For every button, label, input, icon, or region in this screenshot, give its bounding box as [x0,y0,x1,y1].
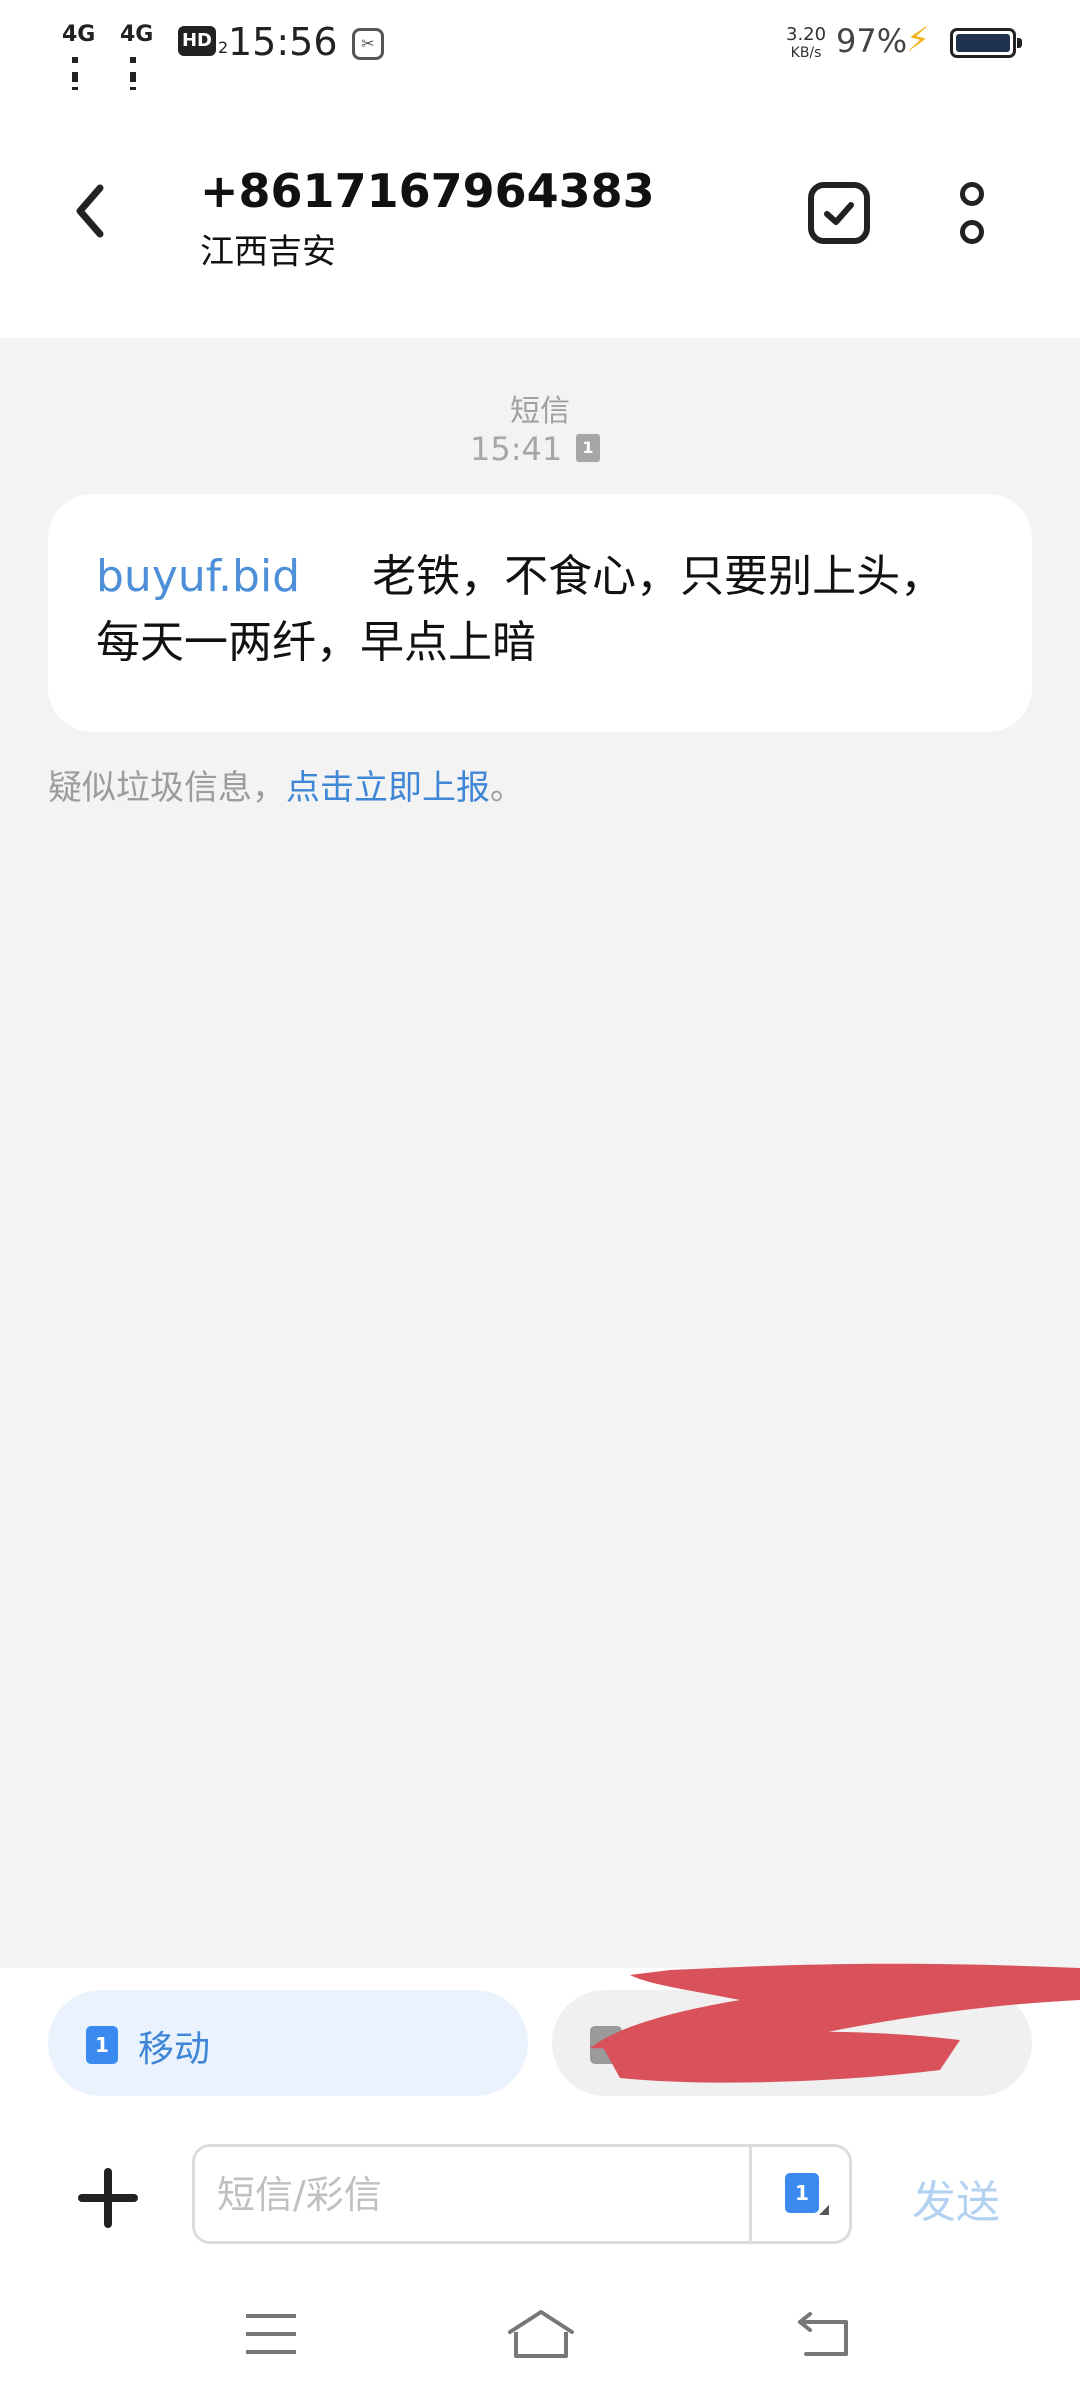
status-time: 15:56 [228,20,338,64]
sim-card-icon: 1 [576,434,600,462]
recent-apps-button[interactable] [246,2314,296,2354]
system-back-button[interactable] [796,2310,852,2358]
battery-percentage: 97% [836,22,908,60]
menu-icon [246,2314,296,2318]
battery-icon [950,28,1022,58]
sim-select-button[interactable]: 1 [785,2173,829,2215]
home-icon [508,2310,574,2358]
network-speed: 3.20 KB/s [786,24,827,62]
select-messages-button[interactable] [808,182,870,244]
dot-icon [960,182,984,206]
message-input-container: 1 [192,2144,852,2244]
home-button[interactable] [506,2308,576,2360]
spam-notice: 疑似垃圾信息，点击立即上报。 [48,768,524,808]
contact-location: 江西吉安 [200,232,336,272]
hd-voice-sub: 2 [218,38,229,57]
message-bubble[interactable]: buyuf.bid 老铁，不食心，只要别上头，每天一两纤，早点上暗 [48,494,1032,732]
message-body: buyuf.bid 老铁，不食心，只要别上头，每天一两纤，早点上暗 [96,544,986,676]
message-timestamp: 15:41 [470,430,563,468]
redaction-scribble [590,1963,1080,2083]
send-button[interactable]: 发送 [912,2166,1000,2230]
more-options-button[interactable] [950,180,994,248]
message-type-label: 短信 [510,394,570,429]
contact-phone-number: +8617167964383 [200,164,655,218]
back-arrow-icon [76,184,104,238]
message-link[interactable]: buyuf.bid [96,551,300,602]
add-attachment-button[interactable] [78,2168,138,2228]
back-button[interactable] [62,176,122,246]
sim1-button[interactable]: 1 移动 [48,1990,528,2096]
charging-icon: ⚡ [906,20,930,60]
hd-voice-icon: HD [178,26,216,56]
sim-card-icon: 1 [86,2026,118,2064]
dropdown-triangle-icon [819,2205,829,2215]
checkbox-icon [824,202,854,225]
sim1-label: 移动 [138,2029,211,2070]
return-arrow-icon [798,2312,848,2356]
dot-icon [960,220,984,244]
message-input[interactable] [215,2161,719,2229]
report-spam-link[interactable]: 点击立即上报 [286,768,490,808]
notification-app-icon: ✂ [352,28,384,60]
